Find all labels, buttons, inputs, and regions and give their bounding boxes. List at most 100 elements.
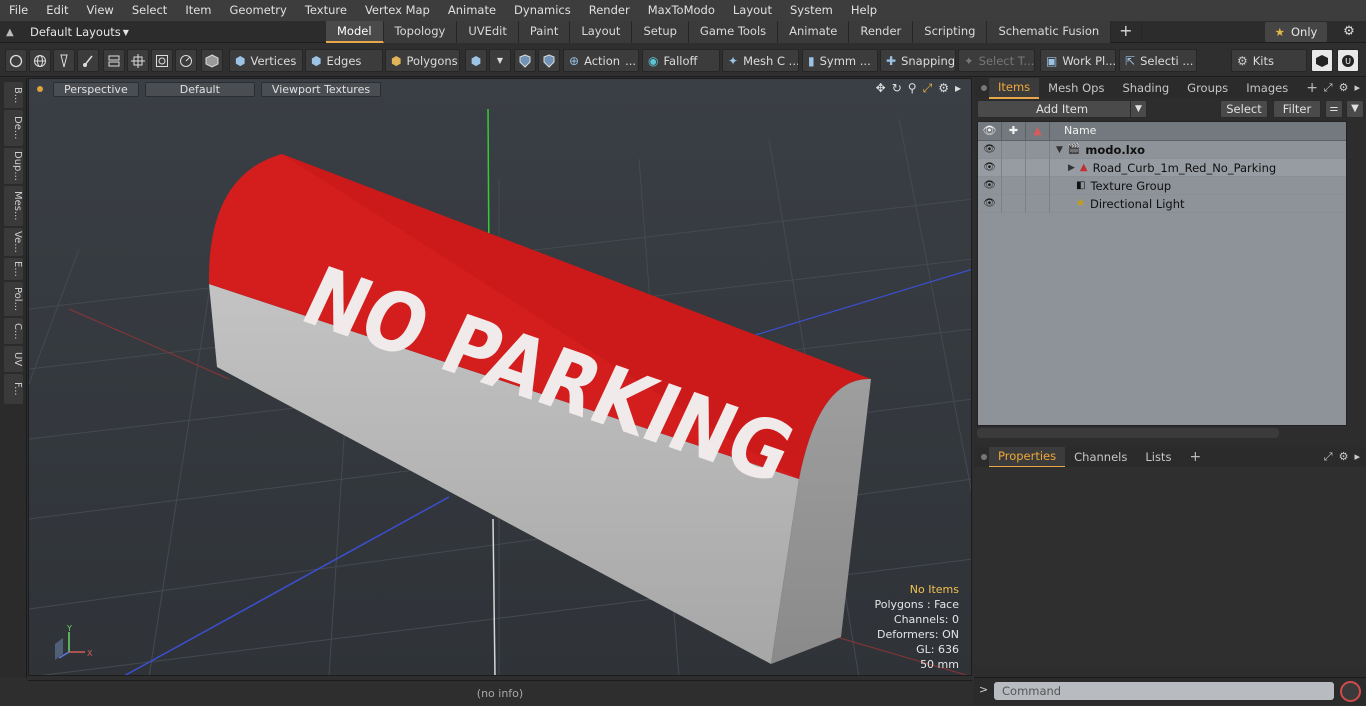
mesh-constraint-button[interactable]: ✦ Mesh C ... — [722, 49, 799, 72]
selection-sets-button[interactable]: ⇱ Selecti ... — [1119, 49, 1197, 72]
symmetry-shield-icon[interactable] — [514, 49, 536, 72]
command-input[interactable]: Command — [994, 682, 1334, 700]
left-tab-edge[interactable]: E... — [4, 258, 23, 280]
add-properties-tab-icon[interactable]: + — [1180, 448, 1210, 467]
3d-viewport[interactable]: NO PARKING Perspective Default Viewport … — [28, 78, 972, 676]
shield-icon[interactable] — [538, 49, 560, 72]
only-toggle[interactable]: ★ Only — [1265, 22, 1327, 42]
add-item-button[interactable]: Add Item ▼ — [977, 100, 1147, 118]
perspective-button[interactable]: Perspective — [53, 81, 139, 97]
select-through-button[interactable]: ✦ Select T... — [958, 49, 1035, 72]
material-icon[interactable]: ⬢ — [465, 49, 487, 72]
menu-animate[interactable]: Animate — [439, 0, 505, 21]
falloff-button[interactable]: ◉ Falloff — [642, 49, 720, 72]
tab-paint[interactable]: Paint — [518, 21, 571, 43]
tab-items[interactable]: Items — [989, 77, 1040, 99]
dial-icon[interactable] — [175, 49, 197, 72]
menu-render[interactable]: Render — [580, 0, 639, 21]
panel-menu-arrow-icon[interactable]: ▸ — [1354, 450, 1360, 464]
menu-geometry[interactable]: Geometry — [221, 0, 296, 21]
tree-row[interactable]: 👁 ▶ ▲ Road_Curb_1m_Red_No_Parking — [978, 158, 1346, 177]
menu-system[interactable]: System — [781, 0, 842, 21]
locator-column-icon[interactable]: ▲ — [1026, 122, 1050, 140]
tab-lists[interactable]: Lists — [1136, 448, 1180, 467]
tree-row[interactable]: 👁 ★ Directional Light — [978, 194, 1346, 213]
tab-game-tools[interactable]: Game Tools — [688, 21, 779, 43]
maximize-icon[interactable]: ⤢ — [923, 81, 933, 96]
panel-menu-arrow-icon[interactable]: ▸ — [1354, 81, 1360, 95]
tab-setup[interactable]: Setup — [632, 21, 689, 43]
add-tab-icon[interactable]: + — [1111, 21, 1142, 43]
unreal-logo-icon[interactable]: U — [1337, 49, 1359, 72]
edges-button[interactable]: ⬢ Edges — [305, 49, 383, 72]
panel-dot-icon[interactable] — [981, 85, 987, 91]
tab-uvedit[interactable]: UVEdit — [457, 21, 519, 43]
left-tab-uv[interactable]: UV — [4, 346, 23, 372]
tab-properties[interactable]: Properties — [989, 446, 1066, 468]
tab-shading[interactable]: Shading — [1113, 79, 1178, 98]
frame-icon[interactable] — [151, 49, 173, 72]
panel-gear-icon[interactable]: ⚙ — [1339, 81, 1349, 95]
left-tab-fusion[interactable]: F... — [4, 374, 23, 404]
zoom-icon[interactable]: ⚲ — [908, 81, 917, 96]
tab-layout[interactable]: Layout — [570, 21, 633, 43]
left-tab-mesh[interactable]: Mes... — [4, 186, 23, 226]
select-circle-icon[interactable] — [5, 49, 27, 72]
menu-dynamics[interactable]: Dynamics — [505, 0, 580, 21]
kits-button[interactable]: ⚙ Kits — [1231, 49, 1307, 72]
tab-mesh-ops[interactable]: Mesh Ops — [1039, 79, 1113, 98]
left-tab-polygon[interactable]: Pol... — [4, 282, 23, 316]
tree-horizontal-scrollbar[interactable] — [977, 428, 1279, 438]
brush-icon[interactable] — [77, 49, 99, 72]
tab-schematic-fusion[interactable]: Schematic Fusion — [987, 21, 1112, 43]
tab-channels[interactable]: Channels — [1065, 448, 1136, 467]
gear-icon[interactable]: ⚙ — [1338, 22, 1360, 42]
action-center-button[interactable]: ⊕ Action... — [563, 49, 639, 72]
pen-icon[interactable] — [53, 49, 75, 72]
expand-panel-icon[interactable]: ⤢ — [1324, 450, 1333, 464]
visibility-column-eye-icon[interactable]: 👁 — [978, 122, 1002, 140]
menu-view[interactable]: View — [78, 0, 123, 21]
tab-groups[interactable]: Groups — [1178, 79, 1237, 98]
expand-arrow-icon[interactable]: ▲ — [6, 27, 20, 38]
chevron-down-icon[interactable]: ▼ — [1130, 101, 1146, 117]
expand-triangle-icon[interactable]: ▶ — [1068, 163, 1075, 173]
tree-row[interactable]: 👁 ▼ 🎬 modo.lxo — [978, 140, 1346, 159]
left-tab-vertex[interactable]: Ve... — [4, 228, 23, 256]
eye-icon[interactable]: 👁 — [978, 140, 1002, 159]
shading-button[interactable]: Default — [144, 81, 255, 97]
globe-icon[interactable] — [29, 49, 51, 72]
polygons-button[interactable]: ⬢ Polygons — [385, 49, 460, 72]
viewport-dot-icon[interactable] — [37, 86, 43, 92]
panel-dot-icon[interactable] — [981, 454, 987, 460]
tab-render[interactable]: Render — [849, 21, 914, 43]
select-button[interactable]: Select — [1220, 100, 1268, 118]
tab-model[interactable]: Model — [326, 21, 384, 43]
menu-vertex-map[interactable]: Vertex Map — [356, 0, 439, 21]
menu-item[interactable]: Item — [176, 0, 220, 21]
symmetry-button[interactable]: ▮ Symm ... — [802, 49, 878, 72]
snapping-button[interactable]: ✚ Snapping — [880, 49, 956, 72]
viewport-scene[interactable]: NO PARKING — [29, 79, 972, 676]
collapse-icon[interactable]: ⚌ — [1325, 100, 1343, 118]
left-tab-basic[interactable]: B... — [4, 82, 23, 108]
collapse-triangle-icon[interactable]: ▼ — [1056, 145, 1063, 155]
work-plane-button[interactable]: ▣ Work Pl... — [1040, 49, 1116, 72]
menu-maxtomodo[interactable]: MaxToModo — [639, 0, 724, 21]
eye-icon[interactable]: 👁 — [978, 194, 1002, 213]
tab-topology[interactable]: Topology — [383, 21, 458, 43]
left-tab-deform[interactable]: De... — [4, 110, 23, 146]
rotate-icon[interactable]: ↻ — [892, 81, 902, 96]
funnel-icon[interactable]: ▼ — [1346, 100, 1364, 118]
menu-file[interactable]: File — [0, 0, 37, 21]
layout-selector[interactable]: ▲ Default Layouts ▼ — [6, 21, 129, 43]
align-icon[interactable] — [103, 49, 125, 72]
tab-scripting[interactable]: Scripting — [913, 21, 988, 43]
center-icon[interactable] — [127, 49, 149, 72]
left-tab-duplicate[interactable]: Dup... — [4, 148, 23, 184]
modo-cube-icon[interactable] — [1311, 49, 1333, 72]
left-tab-curve[interactable]: C... — [4, 318, 23, 344]
column-name[interactable]: Name — [1050, 122, 1096, 140]
record-macro-icon[interactable] — [1340, 681, 1361, 702]
menu-select[interactable]: Select — [123, 0, 176, 21]
